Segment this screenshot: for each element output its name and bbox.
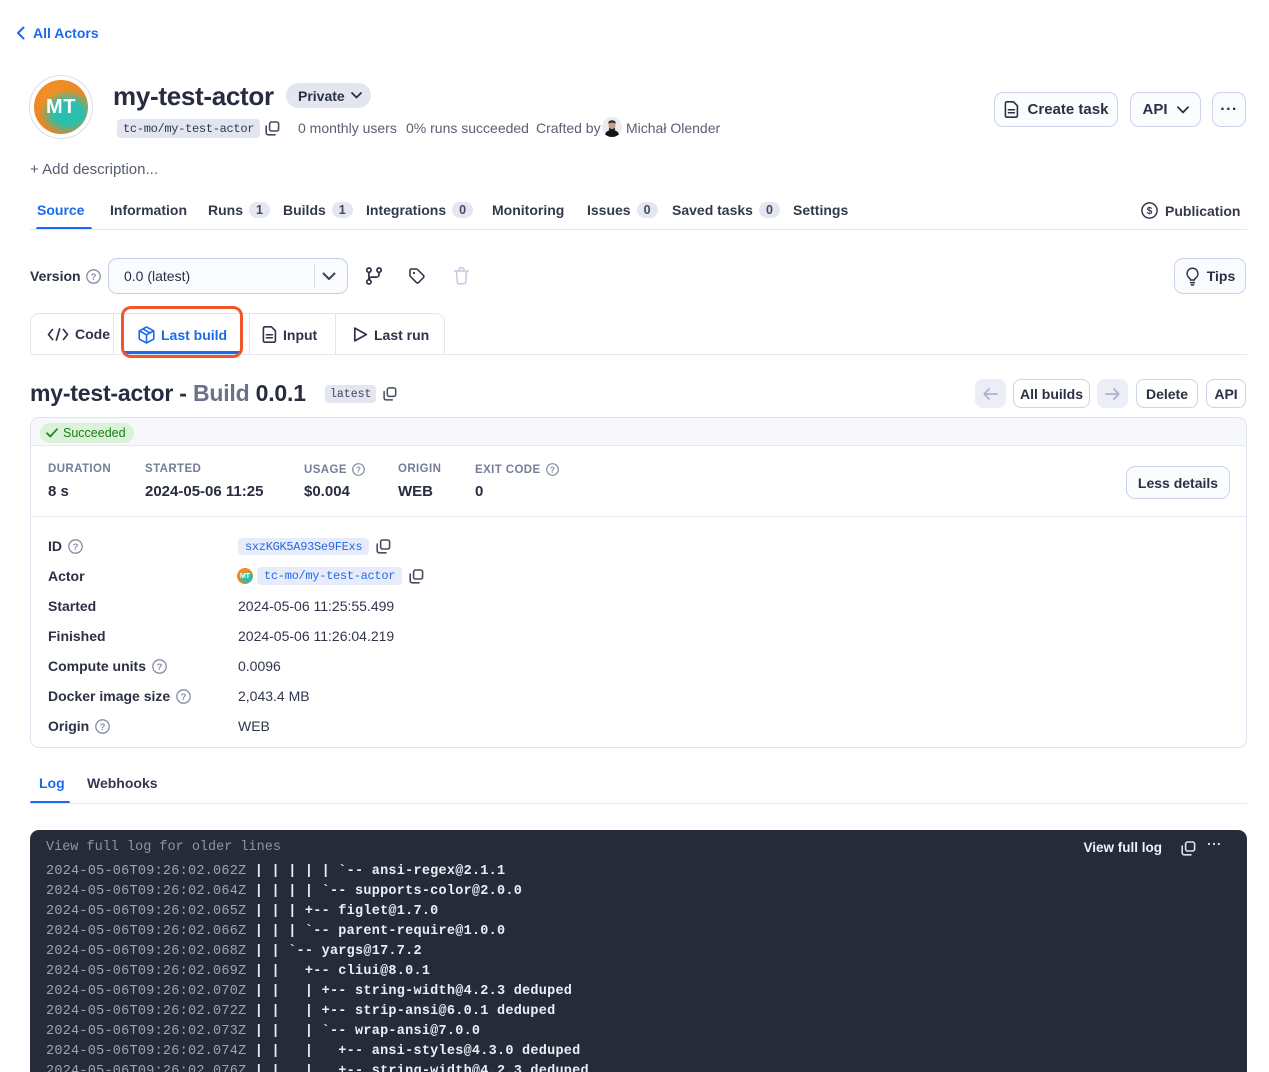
svg-text:$: $ — [1147, 206, 1153, 217]
svg-text:?: ? — [181, 692, 187, 703]
svg-text:?: ? — [91, 272, 97, 283]
svg-text:?: ? — [73, 542, 79, 553]
svg-text:?: ? — [100, 722, 106, 733]
svg-text:?: ? — [549, 466, 554, 475]
svg-text:?: ? — [157, 662, 163, 673]
svg-text:?: ? — [356, 466, 361, 475]
